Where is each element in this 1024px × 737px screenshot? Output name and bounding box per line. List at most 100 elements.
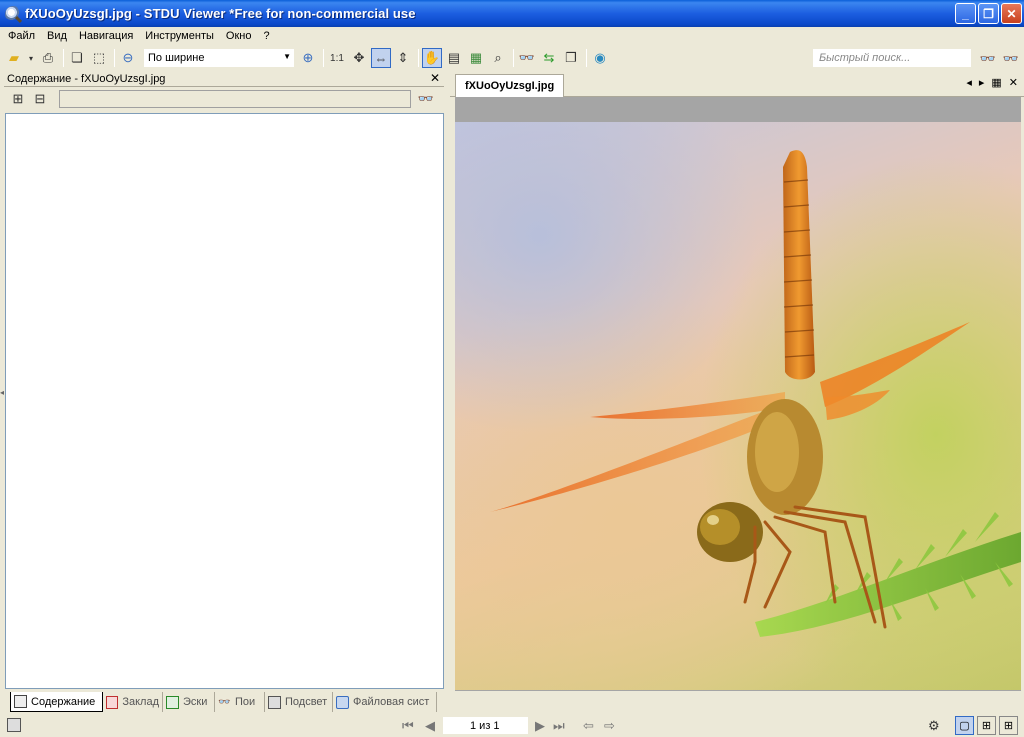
pages-button[interactable]: ❐ — [561, 48, 581, 68]
text-select-button[interactable]: ▤ — [444, 48, 464, 68]
copy-button[interactable]: ❏ — [67, 48, 87, 68]
tab-search[interactable]: 👓 Пои — [215, 692, 265, 712]
printer-icon: ⎙ — [42, 50, 54, 65]
two-page-view-button[interactable]: ⊞ — [977, 716, 996, 735]
folder-icon: ▰ — [9, 50, 19, 65]
menu-file[interactable]: Файл — [2, 30, 41, 42]
dragonfly-illustration — [490, 150, 1021, 637]
contents-panel-title: Содержание - fXUoOyUzsgI.jpg — [7, 72, 166, 85]
tab-list-icon[interactable]: ▦ — [991, 76, 1001, 89]
close-panel-icon[interactable]: ✕ — [430, 71, 440, 85]
tab-label: Файловая сист — [353, 696, 430, 708]
fit-height-button[interactable]: ⇕ — [393, 48, 413, 68]
fit-width-button[interactable]: ⇔ — [371, 48, 391, 68]
select-icon: ⬚ — [92, 50, 106, 65]
zoom-mode-value: По ширине — [148, 52, 205, 64]
collapse-panel-arrow-icon[interactable]: ◂ — [0, 388, 4, 397]
menu-tools[interactable]: Инструменты — [139, 30, 220, 42]
menu-navigation[interactable]: Навигация — [73, 30, 139, 42]
pages-icon: ❐ — [565, 50, 577, 65]
contents-panel: Содержание - fXUoOyUzsgI.jpg ✕ ⊞ ⊟ 👓 Сод… — [4, 71, 444, 714]
find-button[interactable]: 👓 — [517, 48, 537, 68]
contents-toolbar: ⊞ ⊟ 👓 — [4, 87, 444, 111]
close-button[interactable]: ✕ — [1001, 3, 1022, 24]
binoculars-icon: 👓 — [518, 50, 536, 65]
maximize-button[interactable]: ❐ — [978, 3, 999, 24]
actual-size-button[interactable]: 1:1 — [327, 48, 347, 68]
thumbnails-icon — [166, 695, 179, 709]
forward-arrow-icon: ⇨ — [604, 718, 615, 733]
document-viewport[interactable] — [455, 97, 1021, 691]
toggle-panel-icon[interactable] — [7, 718, 21, 732]
app-icon[interactable] — [5, 5, 21, 22]
last-page-button[interactable]: ⏭ — [553, 718, 565, 734]
zoom-out-button[interactable]: ⊖ — [118, 48, 138, 68]
tab-highlights[interactable]: Подсвет — [265, 692, 333, 712]
search-next-button[interactable]: 👓 — [978, 49, 998, 69]
collapse-icon: ⊟ — [34, 91, 46, 106]
close-tab-icon[interactable]: ✕ — [1009, 76, 1018, 89]
search-options-button[interactable]: 👓 — [1001, 49, 1021, 69]
page-indicator-input[interactable]: 1 из 1 — [443, 717, 528, 734]
contents-search-input[interactable] — [59, 90, 411, 108]
single-page-view-button[interactable]: ▢ — [955, 716, 974, 735]
zoom-mode-select[interactable]: По ширине ▼ — [144, 49, 294, 67]
toolbar-separator — [513, 49, 514, 67]
tab-thumbnails[interactable]: Эски — [163, 692, 215, 712]
print-button[interactable]: ⎙ — [38, 48, 58, 68]
prev-page-button[interactable]: ◀ — [425, 718, 435, 734]
first-page-icon: ⏮ — [402, 718, 414, 733]
tab-scroll-left-icon[interactable]: ◂ — [966, 76, 972, 89]
zoom-out-icon: ⊖ — [122, 50, 134, 65]
zoom-tool-button[interactable]: ⌕ — [488, 48, 508, 68]
open-dropdown-button[interactable]: ▾ — [26, 48, 36, 68]
forward-button[interactable]: ⇨ — [604, 718, 615, 734]
tab-bookmarks[interactable]: Заклад — [103, 692, 163, 712]
minimize-button[interactable]: _ — [955, 3, 976, 24]
binoculars-icon: 👓 — [979, 51, 997, 66]
web-button[interactable]: ◉ — [590, 48, 610, 68]
toolbar-separator — [114, 49, 115, 67]
contents-tree[interactable] — [5, 113, 444, 689]
hand-icon: ✋ — [423, 50, 441, 65]
fit-page-button[interactable]: ✥ — [349, 48, 369, 68]
collapse-all-button[interactable]: ⊟ — [30, 89, 50, 109]
first-page-button[interactable]: ⏮ — [402, 718, 414, 734]
next-page-button[interactable]: ▶ — [535, 718, 545, 734]
panel-tabs: Содержание Заклад Эски 👓 Пои Подсвет Фай… — [10, 692, 442, 712]
settings-button[interactable]: ⚙ — [928, 718, 940, 734]
menu-window[interactable]: Окно — [220, 30, 258, 42]
toolbar-separator — [63, 49, 64, 67]
highlight-icon — [268, 695, 281, 709]
toolbar-separator — [418, 49, 419, 67]
menu-help[interactable]: ? — [257, 30, 275, 42]
image-select-button[interactable]: ▦ — [466, 48, 486, 68]
select-button[interactable]: ⬚ — [89, 48, 109, 68]
expand-icon: ⊞ — [12, 91, 24, 106]
dragonfly-photo — [455, 122, 1021, 690]
toolbar-separator — [323, 49, 324, 67]
tab-label: Заклад — [122, 696, 159, 708]
chevron-down-icon: ▼ — [283, 52, 291, 61]
globe-icon: ◉ — [594, 50, 606, 65]
quick-search-input[interactable]: Быстрый поиск... — [813, 49, 971, 67]
contents-find-button[interactable]: 👓 — [416, 89, 436, 109]
hand-tool-button[interactable]: ✋ — [422, 48, 442, 68]
tab-contents[interactable]: Содержание — [10, 692, 103, 712]
swap-arrows-icon: ⇆ — [543, 50, 555, 65]
continuous-view-button[interactable]: ⊞ — [999, 716, 1018, 735]
swap-button[interactable]: ⇆ — [539, 48, 559, 68]
open-button[interactable]: ▰ — [4, 48, 24, 68]
back-button[interactable]: ⇦ — [583, 718, 594, 734]
tab-label: Пои — [235, 696, 256, 708]
back-arrow-icon: ⇦ — [583, 718, 594, 733]
tab-scroll-right-icon[interactable]: ▸ — [979, 76, 985, 89]
zoom-in-button[interactable]: ⊕ — [298, 48, 318, 68]
status-bar: ⏮ ◀ 1 из 1 ▶ ⏭ ⇦ ⇨ ⚙ ▢ ⊞ ⊞ — [0, 714, 1024, 737]
document-tab[interactable]: fXUoOyUzsgI.jpg — [455, 74, 565, 97]
binoculars-icon: 👓 — [1002, 51, 1020, 66]
menu-view[interactable]: Вид — [41, 30, 73, 42]
grid-icon: ⊞ — [1003, 720, 1014, 732]
tab-filesystem[interactable]: Файловая сист — [333, 692, 437, 712]
expand-all-button[interactable]: ⊞ — [8, 89, 28, 109]
